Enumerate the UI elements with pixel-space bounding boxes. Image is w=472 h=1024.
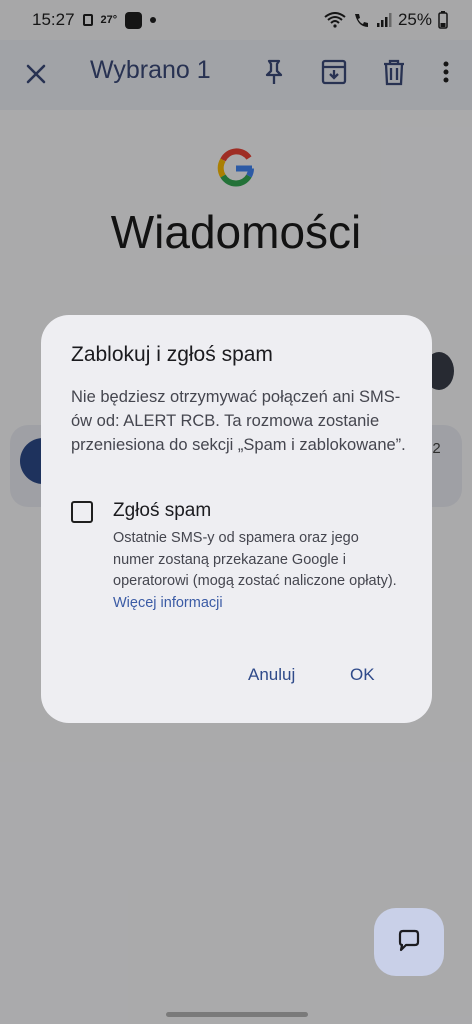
report-spam-description-text: Ostatnie SMS-y od spamera oraz jego nume… xyxy=(113,530,397,589)
chat-bubble-icon xyxy=(398,929,420,952)
report-spam-description: Ostatnie SMS-y od spamera oraz jego nume… xyxy=(113,528,403,614)
block-report-dialog: Zablokuj i zgłoś spam Nie będziesz otrzy… xyxy=(41,315,432,723)
dialog-body: Nie będziesz otrzymywać połączeń ani SMS… xyxy=(71,388,406,454)
ok-button[interactable]: OK xyxy=(350,665,375,685)
cancel-button[interactable]: Anuluj xyxy=(248,665,295,685)
start-chat-button[interactable] xyxy=(374,908,444,976)
report-spam-label[interactable]: Zgłoś spam xyxy=(113,500,211,522)
dialog-title: Zablokuj i zgłoś spam xyxy=(71,343,273,366)
gesture-nav-handle[interactable] xyxy=(166,1012,308,1017)
report-spam-checkbox[interactable] xyxy=(71,501,93,523)
learn-more-link[interactable]: Więcej informacji xyxy=(113,595,223,611)
